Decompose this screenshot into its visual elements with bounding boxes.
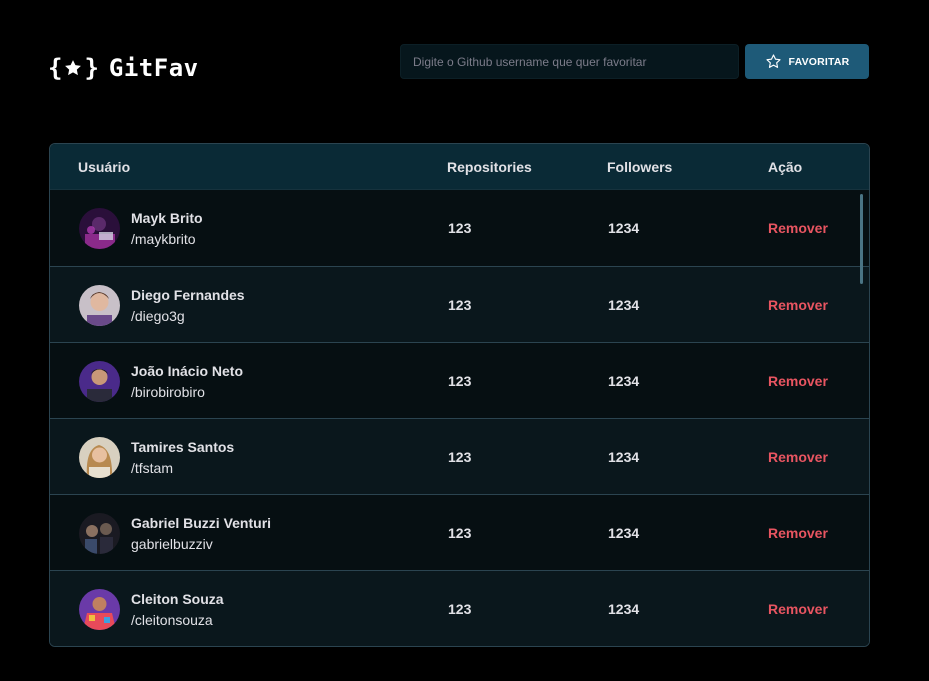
followers-count: 1234: [608, 525, 640, 541]
followers-count: 1234: [608, 449, 640, 465]
user-login: /diego3g: [131, 308, 185, 324]
remove-button[interactable]: Remover: [768, 373, 828, 389]
user-login: gabrielbuzziv: [131, 536, 213, 552]
repositories-count: 123: [448, 297, 472, 313]
remove-button[interactable]: Remover: [768, 525, 828, 541]
table-row: Cleiton Souza /cleitonsouza 123 1234 Rem…: [50, 570, 869, 646]
remove-button[interactable]: Remover: [768, 449, 828, 465]
table-row: Mayk Brito /maykbrito 123 1234 Remover: [50, 190, 869, 266]
favorite-button[interactable]: FAVORITAR: [745, 44, 869, 79]
header-followers: Followers: [607, 159, 673, 175]
star-outline-icon: [765, 54, 781, 68]
table-body[interactable]: Mayk Brito /maykbrito 123 1234 Remover D…: [50, 190, 869, 646]
repositories-count: 123: [448, 373, 472, 389]
avatar: [79, 361, 120, 402]
remove-button[interactable]: Remover: [768, 601, 828, 617]
header-action: Ação: [768, 159, 803, 175]
remove-button[interactable]: Remover: [768, 220, 828, 236]
user-name: João Inácio Neto: [131, 363, 244, 379]
user-login: /cleitonsouza: [131, 612, 213, 628]
table-row: João Inácio Neto /birobirobiro 123 1234 …: [50, 342, 869, 418]
user-login: /maykbrito: [131, 231, 196, 247]
repositories-count: 123: [448, 220, 472, 236]
repositories-count: 123: [448, 601, 472, 617]
user-name: Mayk Brito: [131, 210, 203, 226]
avatar: [79, 208, 120, 249]
app-title: GitFav: [108, 54, 199, 82]
table-row: Gabriel Buzzi Venturi gabrielbuzziv 123 …: [50, 494, 869, 570]
favorite-button-label: FAVORITAR: [788, 55, 850, 68]
search-input[interactable]: [400, 44, 739, 79]
table-header: Usuário Repositories Followers Ação: [50, 144, 869, 190]
user-name: Gabriel Buzzi Venturi: [131, 515, 272, 531]
repositories-count: 123: [448, 449, 472, 465]
favorites-table: Usuário Repositories Followers Ação Mayk…: [49, 143, 870, 647]
user-name: Diego Fernandes: [131, 287, 245, 303]
avatar: [79, 513, 120, 554]
user-name: Cleiton Souza: [131, 591, 224, 607]
followers-count: 1234: [608, 220, 640, 236]
user-login: /tfstam: [131, 460, 174, 476]
header-repositories: Repositories: [447, 159, 532, 175]
followers-count: 1234: [608, 373, 640, 389]
followers-count: 1234: [608, 601, 640, 617]
app-logo: { } GitFav: [48, 54, 199, 82]
table-row: Tamires Santos /tfstam 123 1234 Remover: [50, 418, 869, 494]
user-name: Tamires Santos: [131, 439, 235, 455]
user-login: /birobirobiro: [131, 384, 205, 400]
logo-star-icon: { }: [48, 54, 99, 82]
header-user: Usuário: [78, 159, 131, 175]
followers-count: 1234: [608, 297, 640, 313]
repositories-count: 123: [448, 525, 472, 541]
avatar: [79, 589, 120, 630]
avatar: [79, 437, 120, 478]
table-row: Diego Fernandes /diego3g 123 1234 Remove…: [50, 266, 869, 342]
remove-button[interactable]: Remover: [768, 297, 828, 313]
scrollbar-thumb[interactable]: [860, 194, 863, 284]
avatar: [79, 285, 120, 326]
